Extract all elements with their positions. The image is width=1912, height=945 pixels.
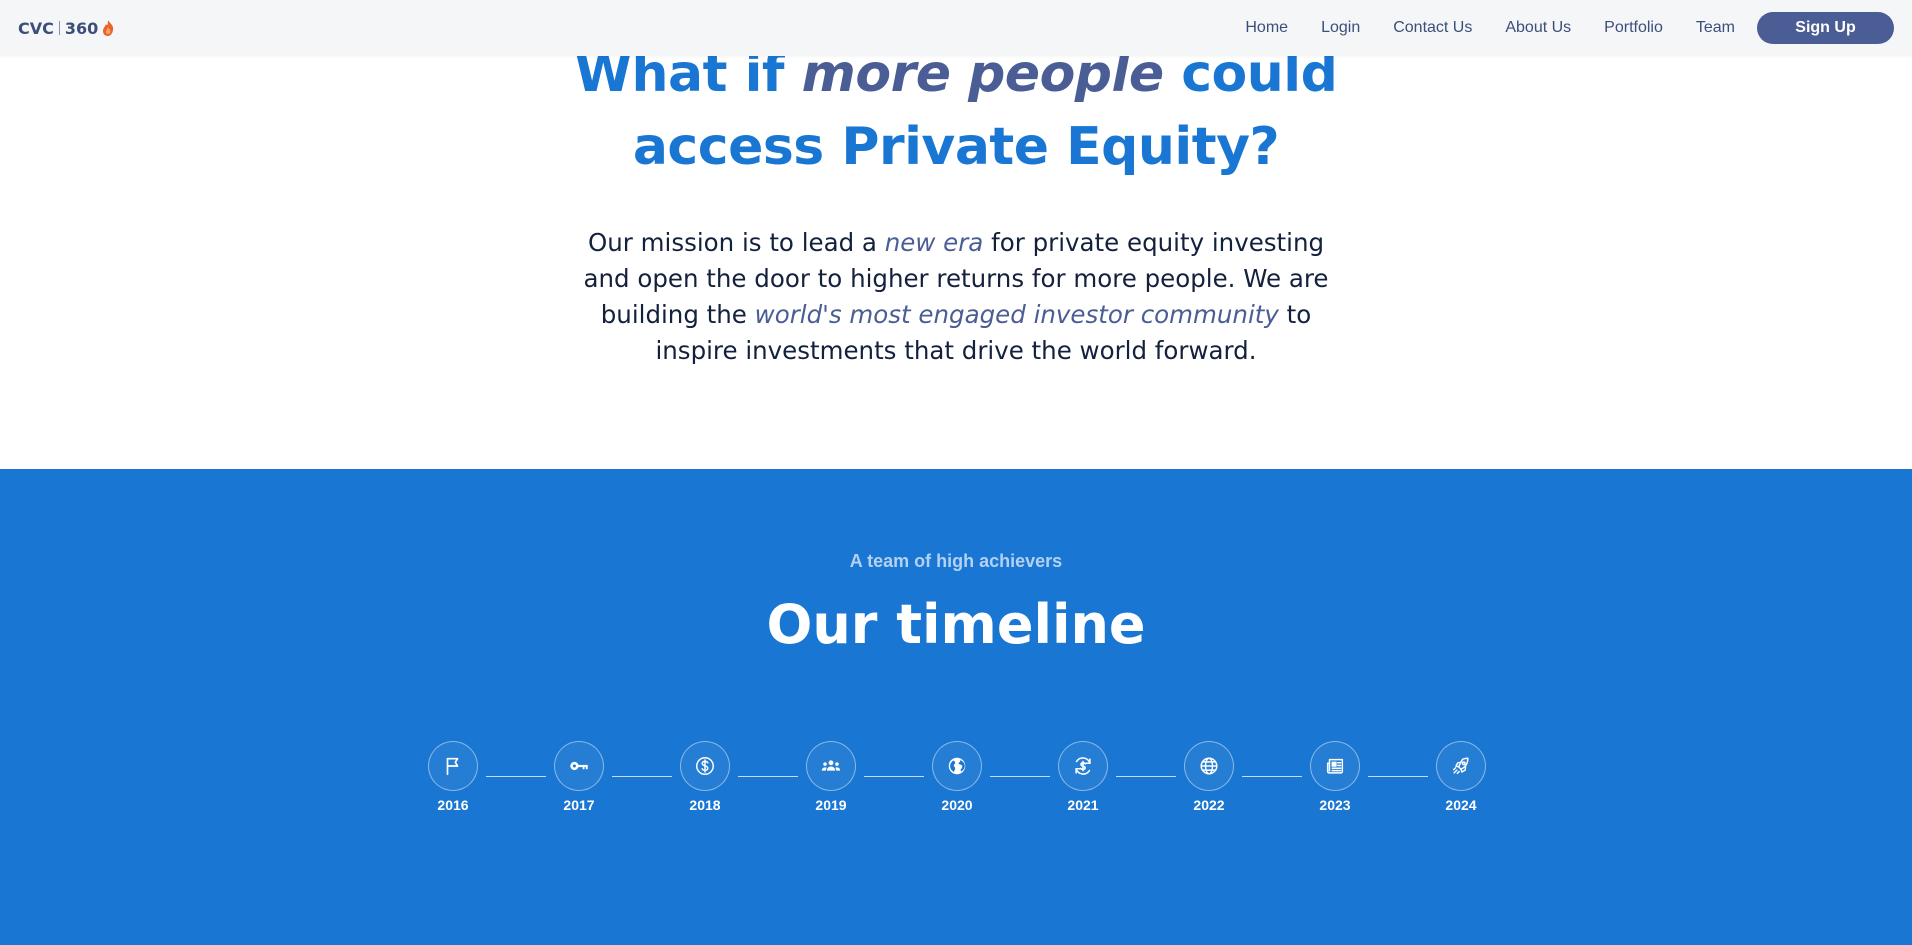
timeline-title: Our timeline (766, 593, 1146, 656)
timeline-circle-2017[interactable] (554, 741, 604, 791)
flame-logo-icon (103, 20, 114, 36)
timeline-connector (612, 776, 672, 777)
timeline-year: 2018 (689, 797, 721, 813)
timeline-year: 2022 (1193, 797, 1225, 813)
timeline-circle-2018[interactable] (680, 741, 730, 791)
nav-team[interactable]: Team (1696, 19, 1735, 37)
timeline-year: 2017 (563, 797, 595, 813)
timeline-circle-2020[interactable] (932, 741, 982, 791)
logo-text-left: CVC (18, 18, 54, 38)
timeline-circle-2023[interactable] (1310, 741, 1360, 791)
timeline-circle-2022[interactable] (1184, 741, 1234, 791)
mission-emphasis-1: new era (884, 228, 984, 257)
nav-about-us[interactable]: About Us (1505, 19, 1571, 37)
people-icon (821, 760, 841, 771)
timeline-year: 2020 (941, 797, 973, 813)
site-header: CVC 360 Home Login Contact Us About Us P… (0, 0, 1912, 56)
timeline-step-2024: 2024 (1436, 741, 1486, 821)
mission-text-1: Our mission is to lead a (587, 228, 885, 257)
nav-login[interactable]: Login (1321, 19, 1360, 37)
hero-section: What if more people could access Private… (0, 0, 1912, 469)
site-logo[interactable]: CVC 360 (18, 19, 115, 38)
timeline-circle-2024[interactable] (1436, 741, 1486, 791)
mission-statement: Our mission is to lead a new era for pri… (576, 225, 1336, 369)
nav-contact-us[interactable]: Contact Us (1393, 19, 1472, 37)
timeline-step-2021: 2021 (1058, 741, 1108, 821)
timeline-connector (1368, 776, 1428, 777)
timeline-step-2018: 2018 (680, 741, 730, 821)
flag-icon (446, 757, 459, 776)
timeline-circle-2016[interactable] (428, 741, 478, 791)
timeline-year: 2016 (437, 797, 469, 813)
dollar-sync-icon (1075, 757, 1091, 775)
timeline-circle-2021[interactable] (1058, 741, 1108, 791)
timeline-connector (486, 776, 546, 777)
timeline-circle-2019[interactable] (806, 741, 856, 791)
timeline-step-2017: 2017 (554, 741, 604, 821)
main-nav: Home Login Contact Us About Us Portfolio… (1212, 12, 1894, 44)
nav-home[interactable]: Home (1245, 19, 1288, 37)
logo-text-right: 360 (64, 18, 99, 38)
timeline-connector (738, 776, 798, 777)
sign-up-button[interactable]: Sign Up (1757, 12, 1894, 44)
timeline-step-2019: 2019 (806, 741, 856, 821)
globe-icon (948, 757, 966, 775)
timeline-step-2023: 2023 (1310, 741, 1360, 821)
timeline-connector (1242, 776, 1302, 777)
rocket-icon (1452, 757, 1469, 775)
world-icon (1200, 757, 1218, 775)
timeline-step-2020: 2020 (932, 741, 982, 821)
headline-line-2: access Private Equity? (632, 117, 1280, 177)
timeline-year: 2021 (1067, 797, 1099, 813)
timeline-connector (990, 776, 1050, 777)
timeline-year: 2024 (1445, 797, 1477, 813)
timeline-eyebrow: A team of high achievers (849, 551, 1063, 571)
timeline-year: 2019 (815, 797, 847, 813)
timeline-step-2016: 2016 (428, 741, 478, 821)
timeline-year: 2023 (1319, 797, 1351, 813)
newspaper-icon (1326, 758, 1344, 774)
timeline-connector (1116, 776, 1176, 777)
logo-divider (58, 21, 60, 35)
nav-portfolio[interactable]: Portfolio (1604, 19, 1663, 37)
mission-emphasis-2: world's most engaged investor community (754, 300, 1279, 329)
timeline-section: A team of high achievers Our timeline 20… (0, 469, 1912, 945)
hero-headline: What if more people could access Private… (0, 38, 1912, 184)
dollar-icon (696, 757, 714, 775)
timeline-step-2022: 2022 (1184, 741, 1234, 821)
key-icon (570, 761, 588, 771)
timeline-connector (864, 776, 924, 777)
